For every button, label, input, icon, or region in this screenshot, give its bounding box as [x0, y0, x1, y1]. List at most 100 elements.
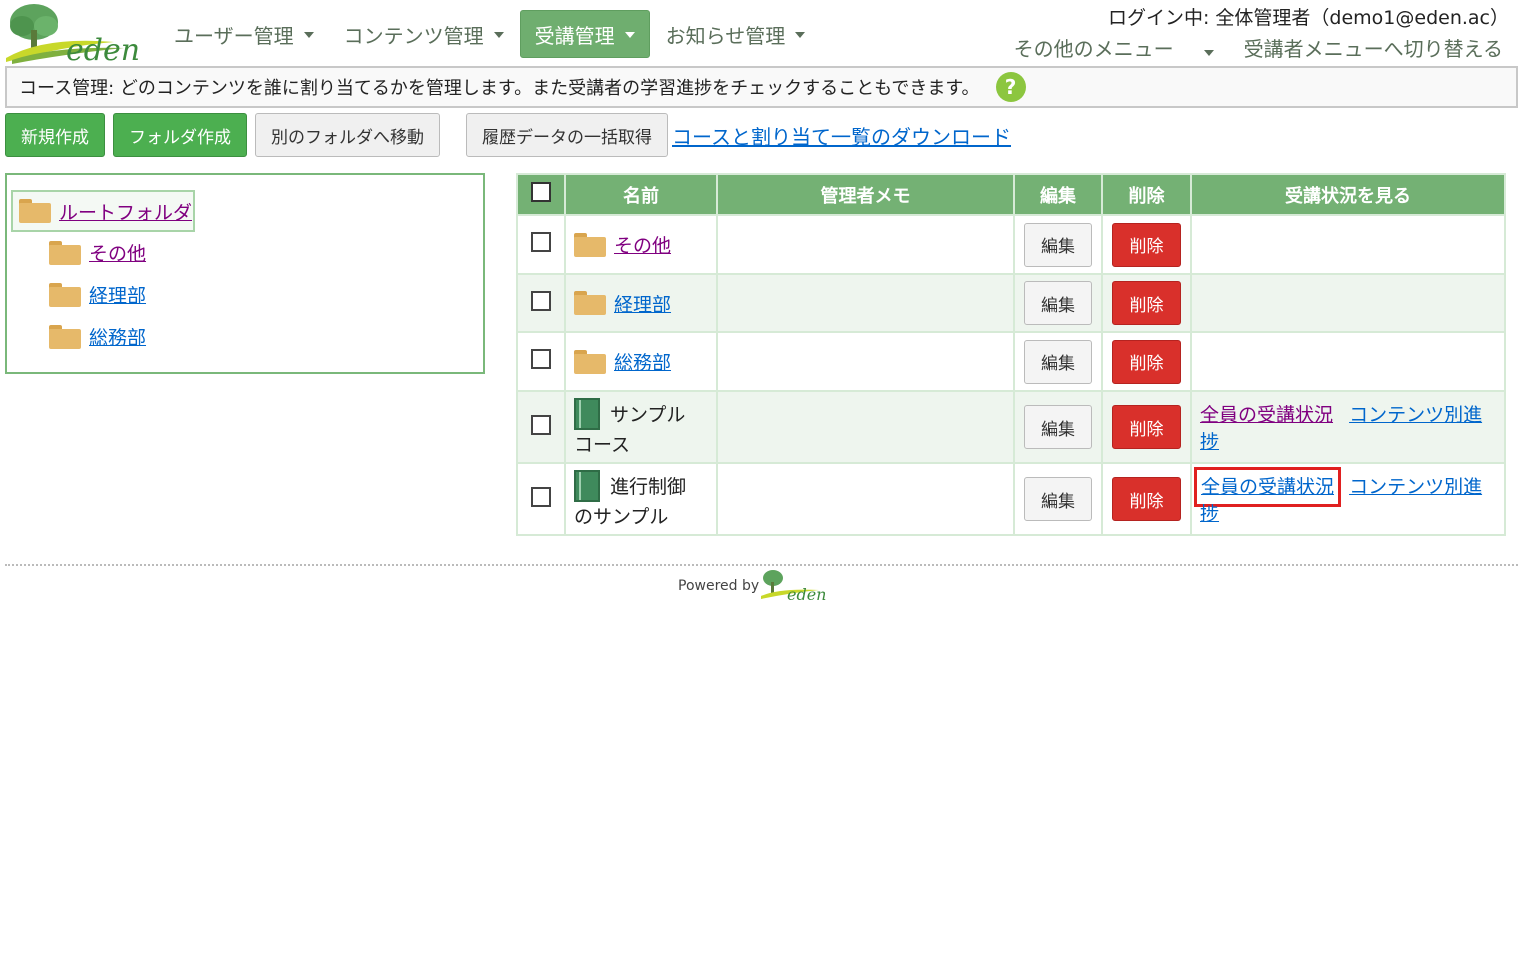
help-icon[interactable]: ?	[995, 72, 1026, 102]
row-folder-link[interactable]: 経理部	[614, 290, 671, 317]
header-name: 名前	[564, 173, 718, 216]
tree-item-accounting[interactable]: 経理部	[49, 281, 146, 308]
delete-button[interactable]: 削除	[1112, 222, 1181, 267]
table-header-row: 名前 管理者メモ 編集 削除 受講状況を見る	[516, 173, 1506, 216]
row-name: 進行制御 のサンプル	[564, 462, 718, 536]
table-row: 経理部 編集 削除	[516, 273, 1506, 333]
row-checkbox[interactable]	[531, 486, 551, 507]
nav-user-management[interactable]: ユーザー管理	[160, 11, 328, 57]
course-book-icon	[574, 469, 600, 502]
folder-tree: ルートフォルダ その他 経理部 総務部	[5, 173, 485, 374]
nav-label: ユーザー管理	[174, 23, 294, 48]
other-menu-dropdown[interactable]: その他のメニュー	[984, 33, 1214, 62]
tree-item-link[interactable]: 経理部	[89, 281, 146, 308]
row-memo	[716, 462, 1015, 536]
delete-button[interactable]: 削除	[1112, 339, 1181, 384]
folder-icon	[574, 232, 606, 257]
switch-to-learner-menu[interactable]: 受講者メニューへ切り替える	[1244, 33, 1503, 62]
folder-icon	[49, 324, 81, 349]
eden-logo[interactable]: eden	[4, 2, 144, 68]
download-list-link[interactable]: コースと割り当て一覧のダウンロード	[672, 121, 1011, 150]
tree-item-link[interactable]: 総務部	[89, 323, 146, 350]
header-edit: 編集	[1013, 173, 1103, 216]
row-checkbox[interactable]	[531, 290, 551, 311]
row-view-cell	[1190, 331, 1506, 392]
row-select[interactable]	[516, 462, 566, 536]
row-select[interactable]	[516, 273, 566, 333]
folder-icon	[574, 291, 606, 315]
view-all-progress-link[interactable]: 全員の受講状況	[1194, 467, 1342, 507]
row-view-cell	[1190, 214, 1506, 275]
select-all-checkbox[interactable]	[531, 182, 551, 202]
caret-down-icon	[624, 32, 635, 38]
row-edit-cell: 編集	[1013, 390, 1103, 464]
folder-icon	[19, 199, 51, 223]
table-row: 総務部 編集 削除	[516, 331, 1506, 392]
edit-button[interactable]: 編集	[1024, 222, 1092, 267]
tree-root-link[interactable]: ルートフォルダ	[59, 198, 192, 225]
new-folder-button[interactable]: フォルダ作成	[113, 113, 247, 157]
delete-button[interactable]: 削除	[1112, 281, 1181, 325]
table-row: その他 編集 削除	[516, 214, 1506, 275]
folder-icon	[574, 349, 606, 374]
tree-item-general-affairs[interactable]: 総務部	[49, 323, 146, 350]
nav-label: コンテンツ管理	[343, 23, 484, 48]
row-delete-cell: 削除	[1101, 390, 1192, 464]
row-view-cell	[1190, 273, 1506, 333]
footer-logo-text: eden	[787, 585, 826, 604]
folder-icon	[49, 282, 81, 307]
row-delete-cell: 削除	[1101, 273, 1192, 333]
row-delete-cell: 削除	[1101, 462, 1192, 536]
row-edit-cell: 編集	[1013, 331, 1103, 392]
nav-notice-management[interactable]: お知らせ管理	[652, 11, 820, 57]
nav-content-management[interactable]: コンテンツ管理	[330, 11, 518, 57]
tree-item-other[interactable]: その他	[49, 239, 146, 266]
row-view-cell: 全員の受講状況 コンテンツ別進捗	[1190, 462, 1506, 536]
nav-course-management[interactable]: 受講管理	[519, 10, 650, 58]
row-select[interactable]	[516, 390, 566, 464]
edit-button[interactable]: 編集	[1024, 339, 1092, 384]
row-select[interactable]	[516, 331, 566, 392]
row-checkbox[interactable]	[531, 349, 551, 369]
edit-button[interactable]: 編集	[1024, 477, 1092, 521]
row-view-cell: 全員の受講状況 コンテンツ別進捗	[1190, 390, 1506, 464]
header-select-all[interactable]	[516, 173, 566, 216]
delete-button[interactable]: 削除	[1112, 477, 1181, 521]
description-text: コース管理: どのコンテンツを誰に割り当てるかを管理します。また受講者の学習進捗…	[19, 78, 980, 99]
table-row: 進行制御 のサンプル 編集 削除 全員の受講状況 コンテンツ別進捗	[516, 462, 1506, 536]
other-menu-label: その他のメニュー	[1013, 37, 1174, 61]
caret-down-icon	[493, 32, 504, 38]
course-book-icon	[574, 397, 600, 430]
row-delete-cell: 削除	[1101, 331, 1192, 392]
edit-button[interactable]: 編集	[1024, 281, 1092, 325]
footer-divider	[5, 564, 1518, 566]
header-view: 受講状況を見る	[1190, 173, 1506, 216]
row-name: その他	[564, 214, 718, 275]
login-status: ログイン中: 全体管理者（demo1@eden.ac）	[1107, 7, 1509, 29]
row-delete-cell: 削除	[1101, 214, 1192, 275]
tree-root-folder[interactable]: ルートフォルダ	[11, 190, 195, 232]
row-select[interactable]	[516, 214, 566, 275]
view-all-progress-link[interactable]: 全員の受講状況	[1200, 404, 1333, 426]
row-checkbox[interactable]	[531, 232, 551, 252]
tree-item-link[interactable]: その他	[89, 239, 146, 266]
nav-label: 受講管理	[534, 23, 615, 48]
new-button[interactable]: 新規作成	[5, 113, 105, 157]
powered-by-text: Powered by	[678, 578, 760, 594]
table-row: サンプル コース 編集 削除 全員の受講状況 コンテンツ別進捗	[516, 390, 1506, 464]
caret-down-icon	[303, 32, 314, 38]
bulk-history-button[interactable]: 履歴データの一括取得	[466, 113, 668, 157]
row-edit-cell: 編集	[1013, 214, 1103, 275]
row-edit-cell: 編集	[1013, 462, 1103, 536]
edit-button[interactable]: 編集	[1024, 405, 1092, 449]
delete-button[interactable]: 削除	[1112, 405, 1181, 449]
footer-eden-logo: eden	[761, 570, 827, 604]
row-folder-link[interactable]: その他	[614, 231, 671, 258]
header-delete: 削除	[1101, 173, 1192, 216]
course-name-line1: サンプル	[610, 404, 686, 426]
row-name: 総務部	[564, 331, 718, 392]
row-checkbox[interactable]	[531, 414, 551, 435]
move-folder-button[interactable]: 別のフォルダへ移動	[255, 113, 440, 157]
nav-label: お知らせ管理	[665, 23, 786, 48]
row-folder-link[interactable]: 総務部	[614, 348, 671, 375]
